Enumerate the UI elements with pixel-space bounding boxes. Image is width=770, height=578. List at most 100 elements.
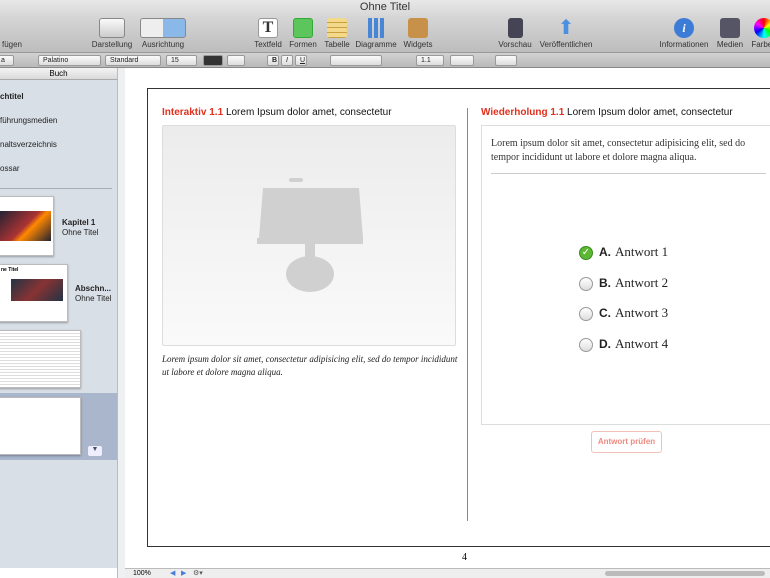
shapes-label: Formen [289,40,317,49]
sidebar-item-toc[interactable]: naltsverzeichnis [0,140,57,149]
info-icon: i [674,18,694,38]
answer-b[interactable]: B. Antwort 2 [579,275,668,292]
next-page-icon[interactable]: ▶ [181,569,186,577]
typeface-select[interactable]: Standard [105,55,161,66]
answer-a[interactable]: ✓ A. Antwort 1 [579,244,668,261]
toolbar: fügen Darstellung Ausrichtung T Textfeld … [0,16,770,52]
shapes-icon [293,18,313,38]
chapter-title[interactable]: Kapitel 1 [62,218,95,227]
table-icon [327,18,347,38]
colors-label: Farben [751,40,770,49]
left-heading: Interaktiv 1.1 Lorem Ipsum dolor amet, c… [162,107,392,118]
answer-c[interactable]: C. Antwort 3 [579,305,669,322]
widgets-icon [408,18,428,38]
insert-button[interactable]: fügen [0,16,32,49]
color-wheel-icon [754,18,770,38]
lava-image [11,279,63,301]
right-heading: Wiederholung 1.1 Lorem Ipsum dolor amet,… [481,107,733,118]
list-select[interactable] [495,55,517,66]
columns-select[interactable] [450,55,474,66]
orientation-icon [140,18,186,38]
previous-page-icon[interactable]: ◀ [170,569,175,577]
alignment-buttons[interactable] [330,55,382,66]
info-label: Informationen [659,40,709,49]
charts-label: Diagramme [355,40,397,49]
orientation-label: Ausrichtung [141,40,185,49]
font-select[interactable]: Palatino [38,55,101,66]
answer-letter: C. [599,306,611,320]
table-label: Tabelle [324,40,350,49]
orientation-button[interactable]: Ausrichtung [138,16,188,49]
textbox-label: Textfeld [254,40,282,49]
section-subtitle: Ohne Titel [75,294,112,303]
preview-label: Vorschau [498,40,532,49]
font-size-select[interactable]: 15 [166,55,197,66]
bottom-bar: 100% ◀ ▶ ⚙▾ [125,568,770,578]
window-title: Ohne Titel [0,0,770,16]
table-button[interactable]: Tabelle [322,16,352,49]
chapter-thumbnail[interactable] [0,196,54,256]
widgets-button[interactable]: Widgets [402,16,434,49]
page-number: 4 [462,552,467,563]
sidebar-divider [0,188,112,189]
section-title[interactable]: Abschn... [75,284,111,293]
upload-arrow-icon: ⬆ [557,17,575,39]
section-thumbnail[interactable]: ne Titel [0,264,68,322]
publish-label: Veröffentlichen [539,40,593,49]
media-icon [720,18,740,38]
question-text: Lorem ipsum dolor sit amet, consectetur … [491,137,766,174]
sidebar-item-intro-media[interactable]: führungsmedien [0,116,57,125]
thumbnail-title: ne Titel [1,267,19,273]
textbox-button[interactable]: T Textfeld [252,16,284,49]
text-color-well[interactable] [203,55,223,66]
answer-text: Antwort 3 [615,305,669,320]
sidebar-item-book-title[interactable]: chtitel [0,92,24,101]
review-title: Lorem Ipsum dolor amet, consectetur [567,107,733,118]
insert-label: fügen [1,40,23,49]
line-spacing-select[interactable]: 1.1 [416,55,444,66]
ipad-icon [507,18,523,38]
sidebar-header: Buch [0,68,117,80]
keynote-widget-placeholder[interactable] [162,125,456,346]
horizontal-scrollbar[interactable] [605,571,765,576]
shapes-button[interactable]: Formen [288,16,318,49]
radio-icon[interactable] [579,338,593,353]
highlight-color-well[interactable] [227,55,245,66]
answer-letter: A. [599,245,611,259]
italic-button[interactable]: I [281,55,293,66]
expand-icon[interactable]: ▼ [88,446,102,456]
view-icon [99,18,125,38]
bold-button[interactable]: B [267,55,279,66]
answer-d[interactable]: D. Antwort 4 [579,336,669,353]
sidebar-item-glossary[interactable]: ossar [0,164,20,173]
charts-button[interactable]: Diagramme [354,16,398,49]
view-label: Darstellung [91,40,133,49]
chapter-subtitle: Ohne Titel [62,228,99,237]
chart-icon [366,18,386,38]
answer-letter: D. [599,337,611,351]
radio-icon[interactable] [579,307,593,322]
publish-button[interactable]: ⬆ Veröffentlichen [536,16,596,49]
page-thumbnail[interactable] [0,330,81,388]
gear-icon[interactable]: ⚙▾ [193,569,203,577]
view-button[interactable]: Darstellung [88,16,136,49]
interactive-title: Lorem Ipsum dolor amet, consectetur [225,107,392,118]
radio-icon[interactable] [579,277,593,292]
column-divider [467,108,468,521]
info-button[interactable]: i Informationen [656,16,712,49]
checkmark-icon[interactable]: ✓ [579,246,593,261]
media-button[interactable]: Medien [714,16,746,49]
review-label: Wiederholung 1.1 [481,107,565,118]
underline-button[interactable]: U [295,55,307,66]
current-page-thumbnail[interactable] [0,397,81,455]
format-bar: a Palatino Standard 15 B I U 1.1 [0,52,770,68]
style-select[interactable]: a [0,55,14,66]
zoom-select[interactable]: 100% [133,570,151,577]
media-label: Medien [716,40,744,49]
colors-button[interactable]: Farben [748,16,770,49]
check-answer-button[interactable]: Antwort prüfen [591,431,662,453]
widget-caption: Lorem ipsum dolor sit amet, consectetur … [162,354,458,377]
preview-button[interactable]: Vorschau [497,16,533,49]
sidebar-splitter[interactable] [117,68,125,578]
answer-text: Antwort 4 [615,336,669,351]
